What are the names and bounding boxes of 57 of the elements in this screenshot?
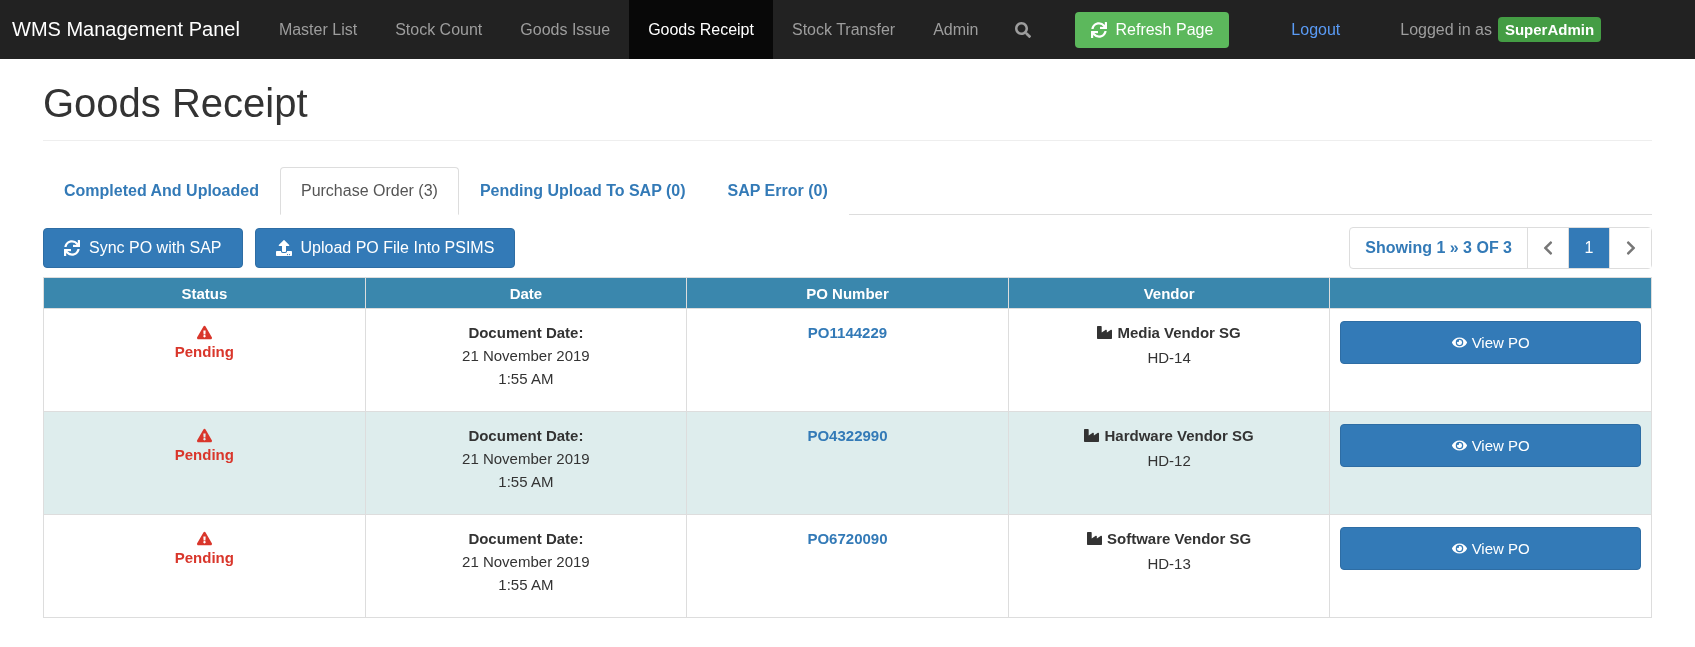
factory-icon [1084,428,1100,443]
user-badge: SuperAdmin [1497,17,1602,42]
refresh-icon [1091,21,1108,38]
warning-icon [196,325,212,340]
search-icon[interactable] [1015,21,1032,38]
date-label: Document Date: [467,529,585,549]
po-number-link[interactable]: PO4322990 [807,427,888,444]
nav-link[interactable]: Goods Receipt [629,0,773,59]
time-text: 1:55 AM [497,575,555,595]
nav-link[interactable]: Stock Transfer [772,0,915,59]
status-text: Pending [173,342,235,362]
date-label: Document Date: [467,426,585,446]
status-text: Pending [173,548,235,568]
upload-button[interactable]: Upload PO File Into PSIMS [254,228,516,268]
vendor-name: Hardware Vendor SG [1104,426,1254,446]
sync-icon [64,240,80,256]
vendor-code: HD-12 [1146,451,1192,471]
view-po-button[interactable]: View PO [1340,424,1641,467]
nav-link[interactable]: Goods Issue [501,0,630,59]
view-po-button[interactable]: View PO [1340,527,1641,570]
eye-icon [1451,335,1467,350]
factory-icon [1086,531,1102,546]
column-header: Vendor [1008,277,1330,309]
warning-icon [196,531,212,546]
vendor-name: Media Vendor SG [1117,323,1241,343]
refresh-button[interactable]: Refresh Page [1075,11,1230,48]
vendor-code: HD-13 [1146,554,1192,574]
column-header: Status [43,277,366,309]
date-text: 21 November 2019 [461,552,591,572]
vendor-code: HD-14 [1146,348,1192,368]
page-button[interactable]: 1 [1569,228,1610,268]
upload-icon [275,240,292,256]
date-text: 21 November 2019 [461,449,591,469]
column-header: Date [365,277,687,309]
status-text: Pending [173,445,235,465]
sync-button[interactable]: Sync PO with SAP [43,228,243,268]
time-text: 1:55 AM [497,369,555,389]
po-number-link[interactable]: PO1144229 [807,324,888,341]
po-number-link[interactable]: PO6720090 [807,530,888,547]
warning-icon [196,428,212,443]
page-title: Goods Receipt [43,81,1652,141]
logout-link[interactable]: Logout [1291,20,1341,39]
view-po-button[interactable]: View PO [1340,321,1641,364]
date-label: Document Date: [467,323,585,343]
nav-link[interactable]: Stock Count [376,0,502,59]
brand-title: WMS Management Panel [12,17,241,42]
column-header: PO Number [686,277,1009,309]
factory-icon [1097,325,1113,340]
time-text: 1:55 AM [497,472,555,492]
eye-icon [1451,438,1467,453]
tab[interactable]: Purchase Order (3) [279,167,459,215]
logged-in-text: Logged in as [1400,20,1492,39]
nav-link[interactable]: Master List [259,0,377,59]
nav-link[interactable]: Admin [914,0,998,59]
eye-icon [1451,541,1467,556]
date-text: 21 November 2019 [461,346,591,366]
vendor-name: Software Vendor SG [1106,529,1252,549]
